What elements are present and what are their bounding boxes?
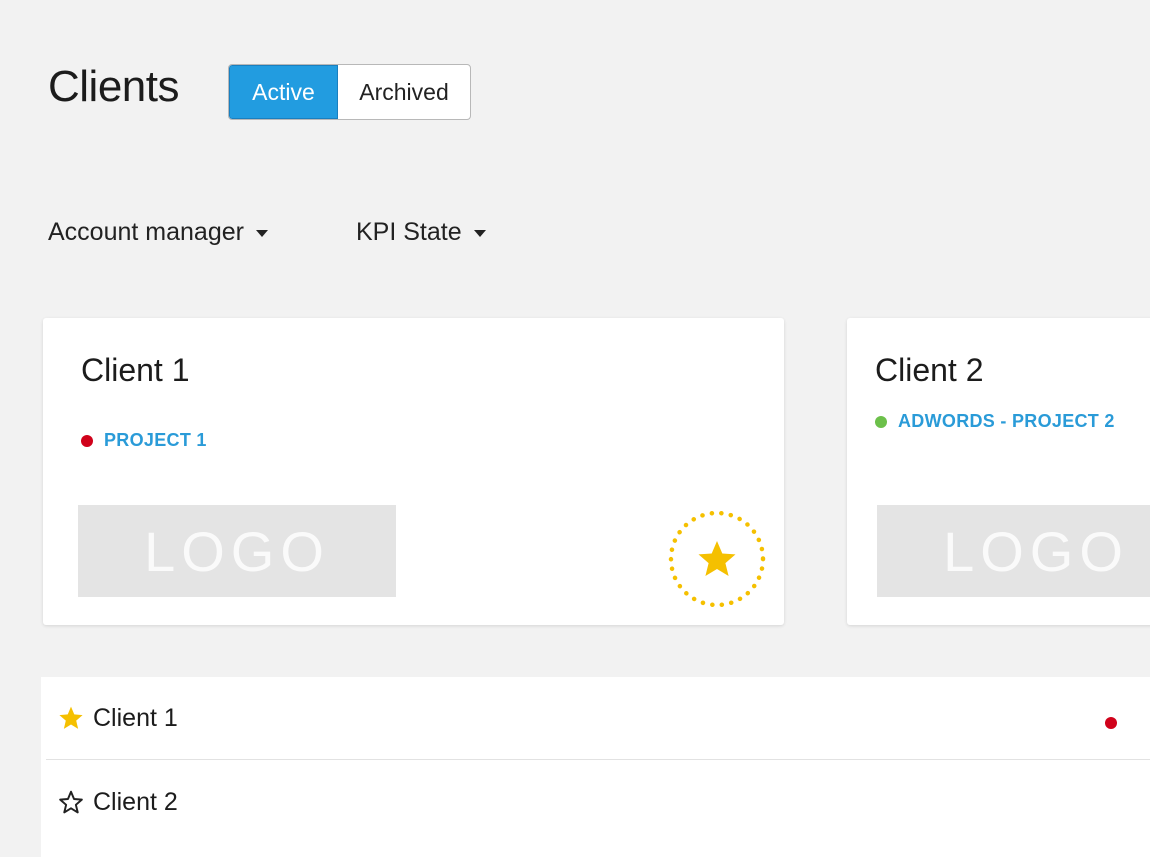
card-title: Client 2 (875, 352, 984, 388)
kpi-state-dropdown[interactable]: KPI State (356, 218, 486, 247)
list-item[interactable]: Client 2 (46, 761, 1150, 843)
page-title: Clients (48, 62, 180, 111)
account-manager-label: Account manager (48, 218, 244, 246)
client-logo: LOGO (877, 505, 1150, 597)
status-dot-icon (1105, 717, 1117, 729)
list-item[interactable]: Client 1 (46, 677, 1150, 760)
list-item-name: Client 1 (93, 703, 178, 732)
status-dot-icon (81, 434, 93, 447)
client-card[interactable]: Client 2 ADWORDS - PROJECT 2 LOGO (847, 318, 1150, 625)
client-list: Client 1 Client 2 (41, 677, 1150, 857)
project-name: PROJECT 1 (104, 430, 207, 450)
client-card[interactable]: Client 1 PROJECT 1 LOGO (43, 318, 784, 625)
caret-down-icon (255, 230, 268, 237)
client-logo: LOGO (78, 505, 396, 597)
project-name: ADWORDS - PROJECT 2 (898, 411, 1115, 431)
active-toggle-button[interactable]: Active (229, 65, 338, 119)
status-dot-icon (875, 415, 887, 428)
project-link[interactable]: ADWORDS - PROJECT 2 (875, 411, 1115, 432)
list-item-name: Client 2 (93, 787, 178, 816)
caret-down-icon (473, 230, 486, 237)
archived-toggle-button[interactable]: Archived (338, 65, 470, 119)
project-link[interactable]: PROJECT 1 (81, 430, 207, 451)
favorite-star-icon[interactable] (667, 509, 767, 609)
filter-bar: Account manager KPI State (48, 218, 486, 247)
card-title: Client 1 (81, 352, 190, 388)
star-outline-icon[interactable] (58, 789, 84, 815)
star-filled-icon[interactable] (58, 705, 84, 731)
status-toggle: Active Archived (228, 64, 471, 120)
account-manager-dropdown[interactable]: Account manager (48, 218, 356, 247)
kpi-state-label: KPI State (356, 218, 462, 246)
